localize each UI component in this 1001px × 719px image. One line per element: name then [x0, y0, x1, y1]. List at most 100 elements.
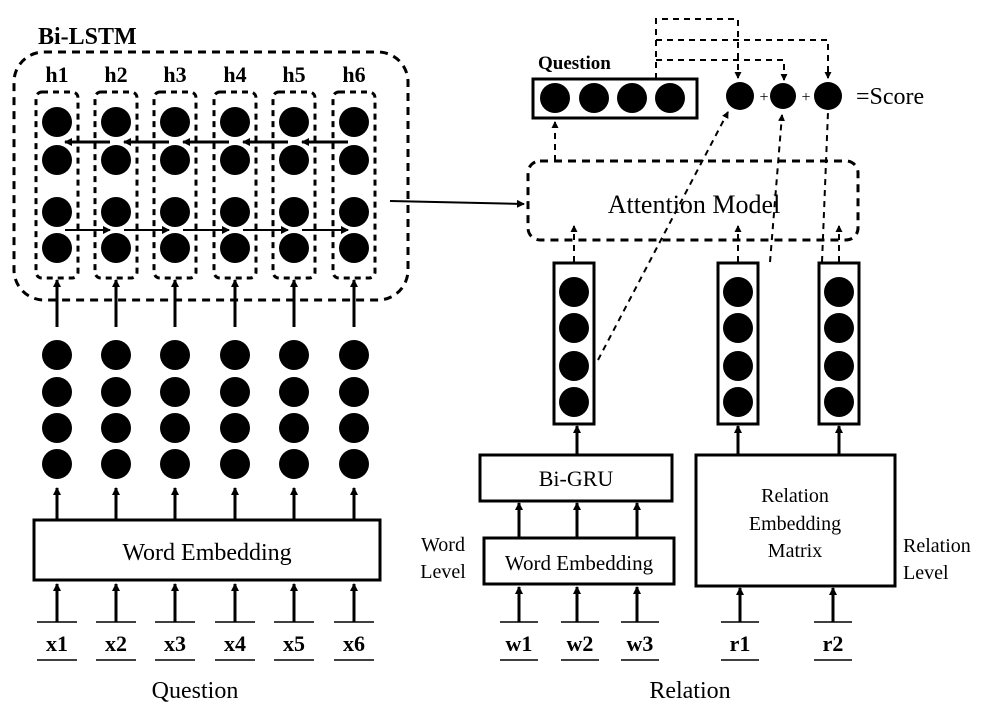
word-vector-unit [339, 377, 369, 407]
question-vector-unit [579, 83, 609, 113]
qa-architecture-diagram: Bi-LSTM h1 h2 h3 h4 h5 h6 Word Embedding x1 x2… [12, 18, 971, 704]
hidden-unit [279, 197, 309, 227]
question-caption: Question [152, 678, 239, 704]
relation-level-label-line1: Relation [903, 535, 971, 557]
word-level-label-line2: Level [420, 561, 466, 583]
relation-vector-unit [824, 313, 854, 343]
hidden-unit [220, 197, 250, 227]
score-label: =Score [856, 84, 924, 110]
relation-encoder: Question + + =Score Attention Model Bi-G… [420, 18, 971, 704]
score-node-3 [814, 82, 842, 110]
bilstm-title: Bi-LSTM [38, 24, 137, 50]
hidden-label-1: h1 [45, 62, 68, 87]
question-vector-unit [655, 83, 685, 113]
hidden-unit [279, 107, 309, 137]
word-vector-unit [101, 449, 131, 479]
word-vector-unit [160, 449, 190, 479]
attention-model-label: Attention Model [608, 190, 781, 219]
hidden-unit [339, 107, 369, 137]
question-vector-label: Question [538, 53, 611, 74]
word-level-label-line1: Word [421, 534, 465, 556]
hidden-unit [339, 197, 369, 227]
relation-vector-unit [723, 351, 753, 381]
word-vector-unit [220, 340, 250, 370]
hidden-unit [279, 145, 309, 175]
relation-vector-unit [824, 277, 854, 307]
hidden-unit [339, 145, 369, 175]
bigru-label: Bi-GRU [539, 466, 614, 491]
hidden-unit [220, 107, 250, 137]
word-vector-unit [101, 377, 131, 407]
word-vector-unit [220, 449, 250, 479]
question-encoder: Bi-LSTM h1 h2 h3 h4 h5 h6 Word Embedding x1 x2… [12, 24, 525, 704]
hidden-label-2: h2 [104, 62, 127, 87]
relation-matrix-label-line3: Matrix [768, 540, 822, 562]
relation-vector-unit [559, 313, 589, 343]
relation-vector-unit [559, 277, 589, 307]
plus-sign-2: + [801, 89, 810, 106]
input-label-x6: x6 [343, 631, 365, 656]
word-vector-unit [160, 377, 190, 407]
word-vector-unit [339, 449, 369, 479]
input-label-x4: x4 [224, 631, 246, 656]
hidden-unit [339, 233, 369, 263]
hidden-unit [220, 233, 250, 263]
hidden-unit [160, 197, 190, 227]
question-to-score-connections [655, 18, 832, 81]
hidden-label-5: h5 [282, 62, 305, 87]
word-vector-unit [279, 377, 309, 407]
hidden-unit [101, 107, 131, 137]
relation-to-attention-connections [570, 111, 843, 361]
question-vector-unit [540, 83, 570, 113]
word-vector-unit [101, 340, 131, 370]
input-label-x3: x3 [164, 631, 186, 656]
word-input-w3: w3 [627, 631, 654, 656]
word-vector-unit [339, 413, 369, 443]
hidden-label-6: h6 [342, 62, 365, 87]
word-vector-unit [42, 377, 72, 407]
hidden-unit [101, 233, 131, 263]
word-vector-unit [42, 340, 72, 370]
word-vector-unit [339, 340, 369, 370]
bilstm-container [12, 50, 410, 302]
word-vector-unit [220, 413, 250, 443]
relation-input-r1: r1 [730, 631, 751, 656]
relation-matrix-label-line1: Relation [761, 485, 829, 507]
relation-vector-unit [723, 313, 753, 343]
relation-matrix-label-line2: Embedding [749, 513, 841, 535]
word-vector-unit [42, 413, 72, 443]
relation-vector-unit [723, 277, 753, 307]
hidden-unit [160, 233, 190, 263]
word-vector-unit [220, 377, 250, 407]
plus-sign-1: + [759, 89, 768, 106]
hidden-unit [160, 145, 190, 175]
word-vector-unit [101, 413, 131, 443]
relation-vector-columns [552, 261, 861, 426]
hidden-unit [160, 107, 190, 137]
hidden-unit [279, 233, 309, 263]
hidden-unit [220, 145, 250, 175]
word-vector-unit [279, 340, 309, 370]
relation-inputs: w1 w2 w3 r1 r2 [500, 621, 852, 661]
input-label-x2: x2 [105, 631, 127, 656]
question-word-embedding-label: Word Embedding [122, 540, 291, 566]
relation-word-embedding-label: Word Embedding [505, 551, 654, 575]
word-vector-unit [160, 413, 190, 443]
hidden-unit [42, 107, 72, 137]
hidden-unit [101, 197, 131, 227]
relation-vector-unit [723, 387, 753, 417]
bilstm-hidden-columns: h1 h2 h3 h4 h5 h6 [34, 62, 377, 280]
question-inputs: x1 x2 x3 x4 x5 x6 [37, 621, 374, 661]
word-vector-unit [160, 340, 190, 370]
word-input-w1: w1 [506, 631, 533, 656]
hidden-label-4: h4 [223, 62, 246, 87]
relation-vector-unit [824, 351, 854, 381]
question-vector-unit [617, 83, 647, 113]
relation-vector-unit [559, 351, 589, 381]
score-node-1 [726, 82, 754, 110]
word-vector-unit [279, 413, 309, 443]
bilstm-to-attention-arrow [389, 199, 525, 208]
relation-level-label-line2: Level [903, 562, 949, 584]
word-input-w2: w2 [567, 631, 594, 656]
relation-input-r2: r2 [823, 631, 844, 656]
